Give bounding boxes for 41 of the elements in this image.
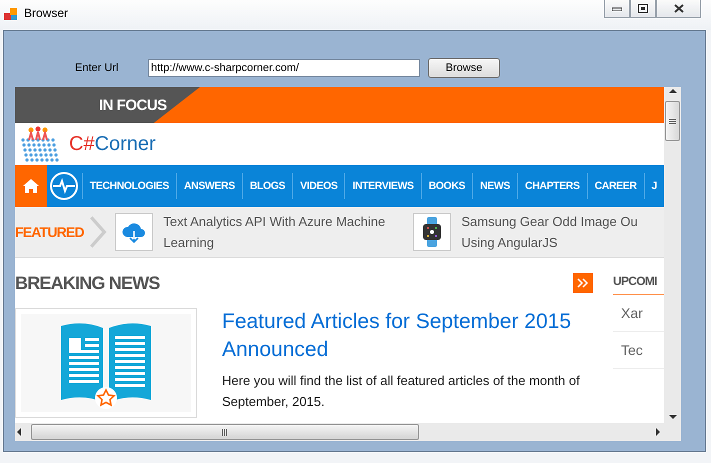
nav-link[interactable]: TECHNOLOGIES <box>82 173 176 199</box>
featured-article-link[interactable]: Samsung Gear Odd Image Ou Using AngularJS <box>461 211 648 253</box>
home-button[interactable] <box>15 165 47 207</box>
close-button[interactable] <box>656 0 701 18</box>
nav-link[interactable]: BOOKS <box>420 173 472 199</box>
scroll-thumb[interactable] <box>31 424 419 440</box>
nav-link[interactable]: BLOGS <box>242 173 292 199</box>
nav-link[interactable]: CAREER <box>586 173 644 199</box>
minimize-button[interactable] <box>604 0 630 18</box>
scroll-thumb[interactable] <box>665 101 680 141</box>
nav-link[interactable]: INTERVIEWS <box>344 173 421 199</box>
nav-link[interactable]: ANSWERS <box>176 173 242 199</box>
nav-link[interactable]: CHAPTERS <box>517 173 587 199</box>
url-label: Enter Url <box>75 62 120 74</box>
nav-link[interactable]: NEWS <box>472 173 518 199</box>
horizontal-scrollbar[interactable] <box>15 423 664 441</box>
browse-button[interactable]: Browse <box>428 58 500 78</box>
smartwatch-icon <box>422 217 442 247</box>
grip-icon <box>669 118 676 124</box>
logo-name-text: Corner <box>94 132 156 156</box>
open-book-icon <box>21 314 191 412</box>
featured-label: FEATURED <box>15 223 84 242</box>
maximize-button[interactable] <box>630 0 656 18</box>
breaking-news-heading: BREAKING NEWS <box>15 272 160 294</box>
featured-article-link[interactable]: Text Analytics API With Azure Machine Learning <box>163 211 414 253</box>
close-icon <box>674 4 684 13</box>
article-summary: Here you will find the list of all featured articles of the month of September, 2015. <box>222 372 581 411</box>
app-icon <box>4 7 18 21</box>
minimize-icon <box>612 6 622 10</box>
focus-banner-text: IN FOCUS <box>99 96 167 114</box>
home-icon <box>22 178 40 194</box>
url-input-field[interactable]: http://www.c-sharpcorner.com/ <box>148 59 420 77</box>
article-title-link[interactable]: Featured Articles for September 2015 Announced <box>222 308 593 364</box>
grip-icon <box>222 428 228 436</box>
window-title: Browser <box>24 6 68 20</box>
double-chevron-icon <box>577 278 589 288</box>
more-button[interactable] <box>573 273 593 293</box>
logo-mark-text: C# <box>69 132 95 156</box>
nav-link[interactable]: VIDEOS <box>292 173 344 199</box>
vertical-scrollbar[interactable] <box>664 87 681 423</box>
restore-icon <box>638 4 648 13</box>
